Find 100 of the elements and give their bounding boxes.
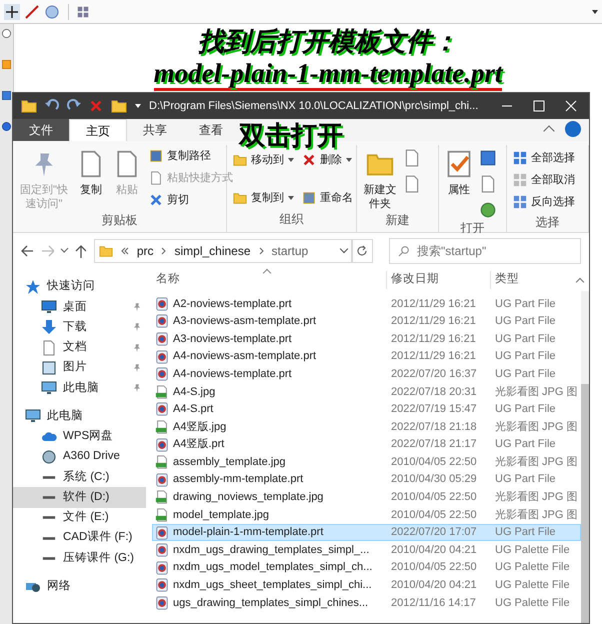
file-date: 2012/11/29 16:21 [390,349,477,364]
nav-section[interactable]: 网络 [13,576,146,597]
x-icon [302,153,316,167]
file-name: A4-noviews-template.prt [173,366,292,382]
file-row[interactable]: nxdm_ugs_drawing_templates_simpl_... 2010/04/20 04:21 UG Palette File [152,541,581,559]
nav-item[interactable]: A360 Drive [13,446,146,468]
file-row[interactable]: nxdm_ugs_sheet_templates_simpl_chi... 2010/04/20 04:21 UG Palette File [152,576,581,594]
part-file-icon [155,526,169,540]
part-file-icon [155,578,169,592]
refresh-button[interactable] [352,239,373,263]
file-row[interactable]: assembly-mm-template.prt 2010/04/30 05:29 UG Part File [152,470,581,489]
nav-item[interactable]: 软件 (D:) [13,487,146,508]
file-row[interactable]: A3-noviews-template.prt 2012/11/29 16:21 UG Part File [152,330,581,348]
plus-icon[interactable] [4,4,20,20]
file-type: UG Part File [494,437,557,452]
file-name: model_template.jpg [173,508,270,523]
file-row[interactable]: model_template.jpg 2010/04/05 22:50 光影看图 JPG 图 [152,506,581,524]
nav-item[interactable]: CAD课件 (F:) [13,528,146,548]
file-date: 2022/07/20 17:07 [390,525,478,540]
file-row[interactable]: model-plain-1-mm-template.prt 2022/07/20 17:07 UG Part File [152,524,581,542]
file-row[interactable]: nxdm_ugs_model_templates_simpl_ch... 2010/04/05 22:50 UG Palette File [152,558,581,576]
nav-item[interactable]: WPS网盘 [13,426,146,447]
column-header[interactable]: 修改日期 [386,271,490,289]
part-file-icon [155,314,169,328]
folder-icon [98,244,113,258]
address-field[interactable]: prc simpl_chinese startup [94,239,352,263]
file-type: UG Palette File [494,560,571,576]
column-header[interactable]: 类型 [490,271,577,289]
grid4-icon [513,195,527,209]
nav-section[interactable]: 此电脑 [13,406,146,426]
nav-item[interactable]: 下载 [13,317,146,338]
file-row[interactable]: A4-S.prt 2022/07/19 15:47 UG Part File [152,400,581,418]
ribbon-button[interactable]: 删除 [300,149,355,171]
search-field[interactable]: 搜索"startup" [389,238,581,264]
dropdown-caret-icon [288,158,294,162]
nav-item[interactable]: 系统 (C:) [13,467,146,488]
ribbon-tab[interactable]: 主页 [69,119,127,141]
image-file-icon [155,455,169,470]
file-row[interactable]: drawing_noviews_template.jpg 2010/04/05 22:50 光影看图 JPG 图 [152,488,581,506]
part-file-icon [155,596,169,610]
grid-icon [77,6,89,18]
file-date: 2010/04/05 22:50 [390,454,478,470]
file-name: model-plain-1-mm-template.prt [173,525,324,540]
back-icon[interactable] [21,245,34,257]
x-icon [149,193,163,207]
ribbon-tab[interactable]: 查看 [183,119,239,141]
ribbon-button[interactable]: 属性 [443,145,475,197]
part-file-icon [155,472,169,487]
dropdown-caret-icon[interactable] [592,10,598,14]
file-date: 2010/04/20 04:21 [390,542,478,558]
file-row[interactable]: assembly_template.jpg 2010/04/05 22:50 光影看图 JPG 图 [152,453,581,471]
close-icon[interactable] [565,100,577,112]
breadcrumb[interactable]: prc [136,242,154,260]
column-header[interactable]: 名称 [152,271,386,289]
search-input[interactable]: 搜索"startup" [417,242,572,260]
chevron-icon [161,247,166,255]
file-row[interactable]: A4竖版.prt 2022/07/18 21:17 UG Part File [152,436,581,454]
nav-item[interactable]: 压铸课件 (G:) [13,548,146,569]
pc-icon [41,380,57,396]
overflow-chevron-icon[interactable] [120,247,129,255]
line-icon[interactable] [24,4,40,20]
scrollbar-thumb[interactable] [581,384,589,623]
nav-item[interactable]: 此电脑 [13,378,146,398]
breadcrumb[interactable]: simpl_chinese [174,242,251,260]
doc-icon [149,171,163,185]
file-row[interactable]: A4-S.jpg 2022/07/18 20:31 光影看图 JPG 图 [152,382,581,401]
file-row[interactable]: A2-noviews-template.prt 2012/11/29 16:21 UG Part File [152,295,581,313]
dropdown-caret-icon [288,196,294,200]
file-name: A3-noviews-asm-template.prt [173,314,316,330]
maximize-icon[interactable] [533,100,545,112]
file-tab[interactable]: 文件 [13,119,69,141]
folder-icon [111,98,127,114]
file-row[interactable]: A3-noviews-asm-template.prt 2012/11/29 16:21 UG Part File [152,312,581,330]
file-row[interactable]: A4-noviews-asm-template.prt 2012/11/29 16:21 UG Part File [152,348,581,366]
up-icon[interactable] [75,244,86,258]
ribbon-button[interactable]: 复制 [75,145,107,197]
file-row[interactable]: A4竖版.jpg 2022/07/18 21:18 光影看图 JPG 图 [152,418,581,436]
ribbon-button[interactable]: 重命名 [300,187,355,209]
ribbon-button[interactable]: 反向选择 [511,191,584,213]
nav-item[interactable]: 文件 (E:) [13,508,146,528]
breadcrumb[interactable]: startup [272,242,308,260]
help-icon[interactable] [565,121,581,137]
toolbar-icon [479,175,497,193]
ribbon-tab[interactable]: 共享 [127,119,183,141]
toolbar-icon [403,175,421,193]
ribbon-group-label: 新建 [384,212,410,229]
ribbon-button[interactable]: 全部取消 [511,169,584,191]
file-row[interactable]: A4-noviews-template.prt 2022/07/20 16:37 UG Part File [152,365,581,383]
nav-item[interactable]: 图片 [13,358,146,378]
ribbon-button[interactable]: 新建文件夹 [361,145,399,211]
file-name: nxdm_ugs_drawing_templates_simpl_... [173,542,370,558]
file-name: drawing_noviews_template.jpg [173,490,324,506]
nav-item[interactable]: 桌面 [13,297,146,318]
ribbon-button[interactable]: 全部选择 [511,147,584,169]
file-row[interactable]: ugs_drawing_templates_simpl_chines... 2012/11/16 14:17 UG Palette File [152,594,581,612]
nav-item[interactable]: 文档 [13,338,146,358]
file-name: ugs_drawing_templates_simpl_chines... [173,596,368,611]
file-name: nxdm_ugs_model_templates_simpl_ch... [173,560,372,576]
nav-section[interactable]: 快速访问 [13,277,146,297]
file-name: A3-noviews-template.prt [173,332,292,347]
